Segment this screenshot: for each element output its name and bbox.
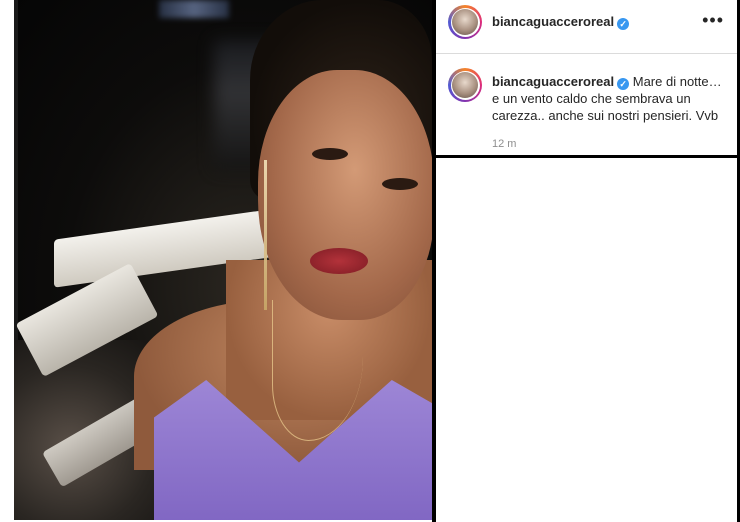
- subject-eye-left: [312, 148, 348, 160]
- post-header: biancaguacceroreal ✓ •••: [436, 0, 740, 54]
- post-timestamp[interactable]: 12 m: [492, 138, 516, 150]
- subject-earring: [264, 160, 267, 310]
- subject-face: [258, 70, 432, 320]
- subject-eye-right: [382, 178, 418, 190]
- caption-avatar[interactable]: [448, 68, 482, 102]
- avatar[interactable]: [448, 5, 482, 39]
- caption-username[interactable]: biancaguacceroreal: [492, 74, 614, 89]
- post-photo[interactable]: [14, 0, 432, 520]
- username-link[interactable]: biancaguacceroreal ✓: [492, 14, 630, 30]
- caption-avatar-image: [452, 72, 478, 98]
- username-text: biancaguacceroreal: [492, 14, 615, 29]
- caption-text: biancaguacceroreal ✓ Mare di notte… e un …: [492, 73, 730, 124]
- panel-bottom-border: [436, 155, 740, 158]
- avatar-image: [452, 9, 478, 35]
- subject-lips: [310, 248, 368, 274]
- more-options-icon[interactable]: •••: [702, 10, 724, 31]
- background-lights: [159, 0, 229, 18]
- post-caption: biancaguacceroreal ✓ Mare di notte… e un …: [436, 68, 740, 154]
- verified-badge-icon: ✓: [617, 18, 630, 30]
- caption-verified-badge-icon: ✓: [617, 78, 630, 90]
- post-side-panel: biancaguacceroreal ✓ ••• biancaguaccerore…: [436, 0, 740, 156]
